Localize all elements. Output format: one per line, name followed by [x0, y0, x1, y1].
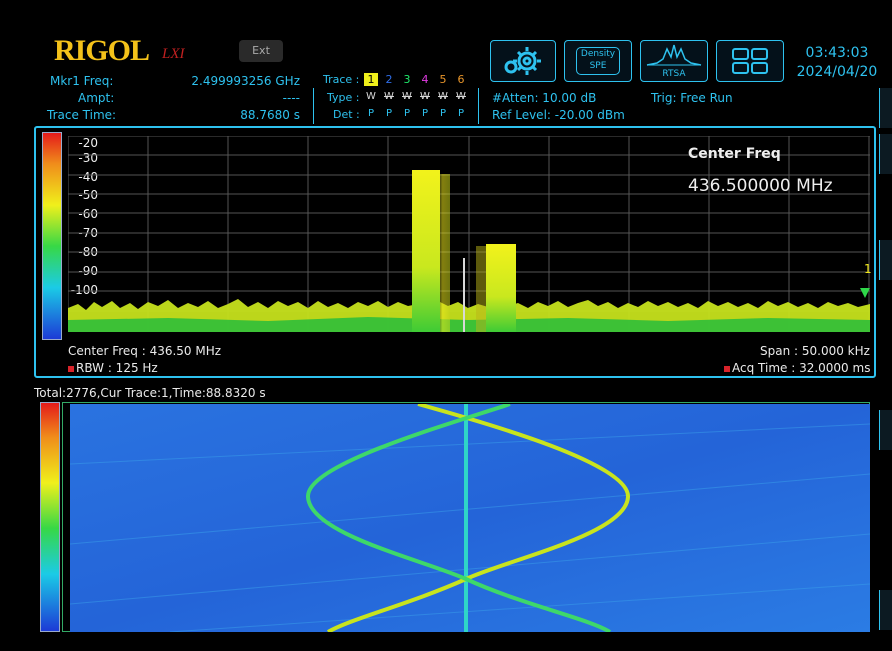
- spe-label: SPE: [589, 61, 607, 71]
- side-softkey-1[interactable]: [879, 88, 892, 128]
- acq-time-value: Acq Time : 32.0000 ms: [732, 361, 871, 375]
- side-softkey-2[interactable]: [879, 134, 892, 174]
- layout-button[interactable]: [716, 40, 784, 82]
- signal-peak-2: [486, 244, 516, 332]
- settings-button[interactable]: [490, 40, 556, 82]
- density-label: Density: [580, 49, 616, 59]
- side-softkey-5[interactable]: [879, 590, 892, 630]
- trace-label: Trace :: [323, 73, 360, 86]
- side-softkey-4[interactable]: [879, 410, 892, 450]
- trace-3-button[interactable]: 3: [400, 73, 414, 86]
- ref-level-status: Ref Level: -20.00 dBm: [492, 108, 625, 122]
- rbw-info: RBW : 125 Hz: [68, 361, 158, 375]
- trace-4-type: W: [420, 91, 430, 102]
- acq-indicator: [724, 365, 730, 372]
- trace-2-type: W: [384, 91, 394, 102]
- trace-2-det: P: [385, 108, 393, 119]
- trace-numbers: 1 2 3 4 5 6: [364, 73, 468, 86]
- trace-3-det: P: [403, 108, 411, 119]
- signal-peak-1-shadow: [440, 174, 450, 332]
- trace-1-button[interactable]: 1: [364, 73, 378, 86]
- marker-1-label: 1: [864, 262, 872, 276]
- trace-det-label: Det :: [333, 108, 360, 121]
- rbw-value: RBW : 125 Hz: [76, 361, 158, 375]
- acq-time-info: Acq Time : 32.0000 ms: [724, 361, 870, 375]
- grid-icon: [732, 48, 768, 74]
- trace-type-label: Type :: [327, 91, 360, 104]
- trace-2-button[interactable]: 2: [382, 73, 396, 86]
- gear-icon: [504, 47, 541, 75]
- trace-5-type: W: [438, 91, 448, 102]
- ampt-value: ----: [282, 91, 300, 105]
- trace-dets: P P P P P P: [364, 108, 468, 119]
- trace-5-button[interactable]: 5: [436, 73, 450, 86]
- lxi-logo: LXI: [162, 46, 185, 62]
- center-freq-value: 436.500000 MHz: [688, 176, 833, 196]
- trace-6-type: W: [456, 91, 466, 102]
- atten-status: #Atten: 10.00 dB: [492, 91, 597, 105]
- trace-time-value: 88.7680 s: [240, 108, 300, 122]
- trace-time-label: Trace Time:: [47, 108, 117, 122]
- trace-types: W W W W W W: [364, 91, 468, 102]
- trig-status: Trig: Free Run: [651, 91, 733, 105]
- spectrum-plot: [68, 136, 870, 332]
- spectrum-grid: [68, 136, 870, 332]
- side-softkey-3[interactable]: [879, 240, 892, 280]
- mkr-freq-value: 2.499993256 GHz: [191, 74, 300, 88]
- waterfall-header: Total:2776,Cur Trace:1,Time:88.8320 s: [34, 386, 266, 400]
- waterfall-plot: [70, 404, 870, 632]
- trace-1-type: W: [366, 91, 376, 102]
- clock-time: 03:43:03: [805, 45, 869, 61]
- rbw-indicator: [68, 365, 74, 372]
- trace-3-type: W: [402, 91, 412, 102]
- trace-6-button[interactable]: 6: [454, 73, 468, 86]
- clock-date: 2024/04/20: [796, 64, 878, 80]
- trace-4-button[interactable]: 4: [418, 73, 432, 86]
- rtsa-label: RTSA: [662, 69, 686, 79]
- trace-1-det: P: [367, 108, 375, 119]
- rigol-logo: RIGOL: [54, 34, 150, 67]
- span-info: Span : 50.000 kHz: [760, 344, 870, 358]
- waterfall-colorbar: [40, 402, 60, 632]
- trace-5-det: P: [439, 108, 447, 119]
- rtsa-button[interactable]: RTSA: [640, 40, 708, 82]
- mkr-freq-label: Mkr1 Freq:: [50, 74, 114, 88]
- rtsa-spectrum-icon: [646, 44, 702, 66]
- clock: 03:43:03 2024/04/20: [792, 44, 882, 82]
- density-spe-button[interactable]: Density SPE: [564, 40, 632, 82]
- spectrum-colorbar: [42, 132, 62, 340]
- ext-button[interactable]: Ext: [239, 40, 283, 62]
- center-freq-info: Center Freq : 436.50 MHz: [68, 344, 222, 358]
- ampt-label: Ampt:: [78, 91, 115, 105]
- center-freq-title: Center Freq: [688, 146, 781, 162]
- trace-6-det: P: [457, 108, 465, 119]
- signal-peak-1: [412, 170, 440, 332]
- trace-4-det: P: [421, 108, 429, 119]
